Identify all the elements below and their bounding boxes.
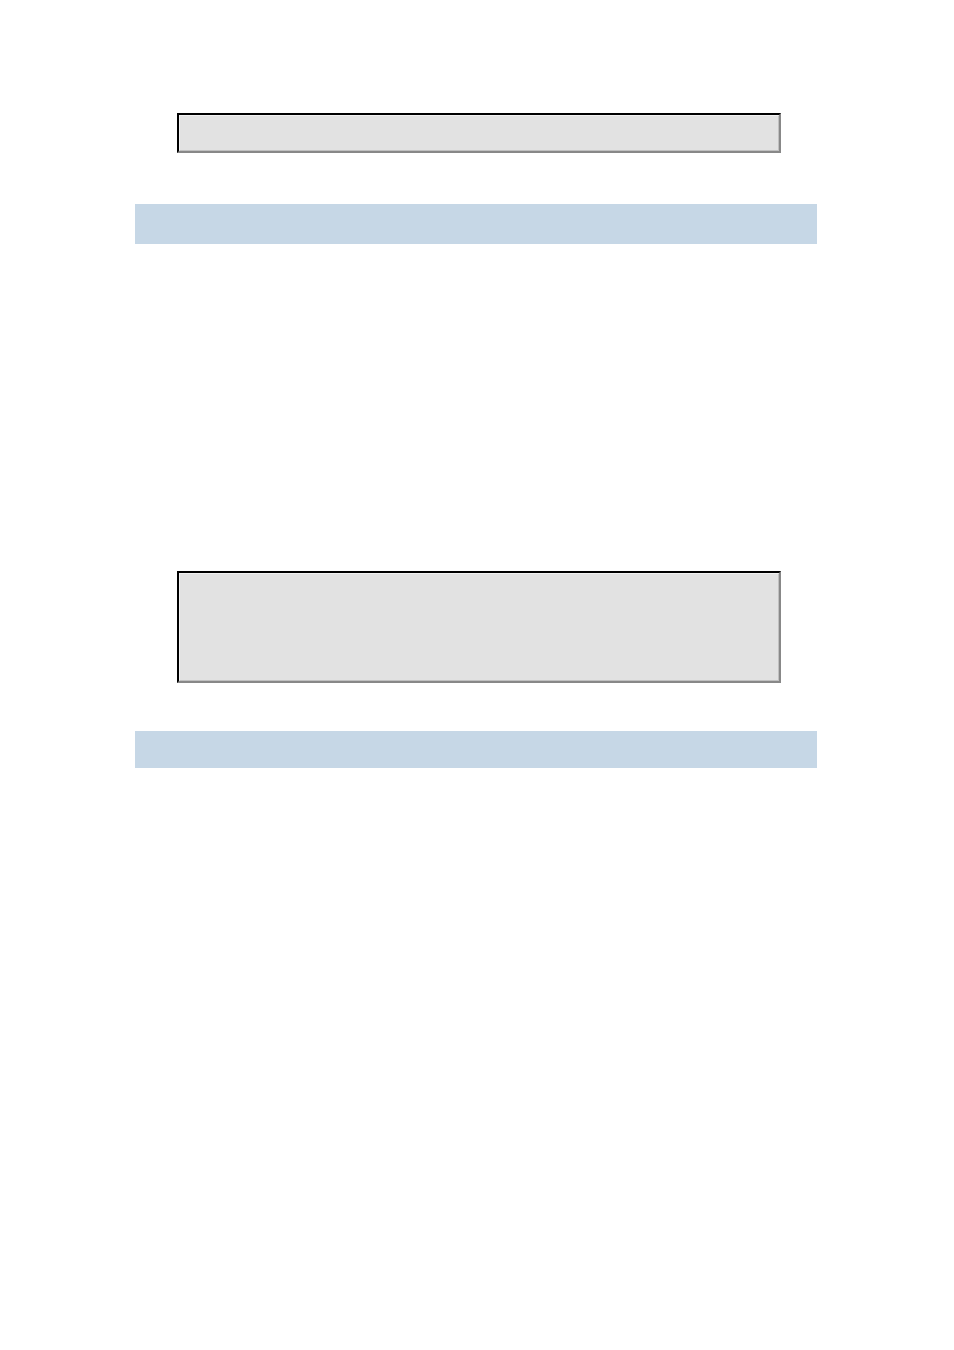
section-header-1	[135, 204, 817, 244]
code-block-2	[177, 571, 781, 683]
code-block-1	[177, 113, 781, 153]
section-header-2	[135, 731, 817, 768]
